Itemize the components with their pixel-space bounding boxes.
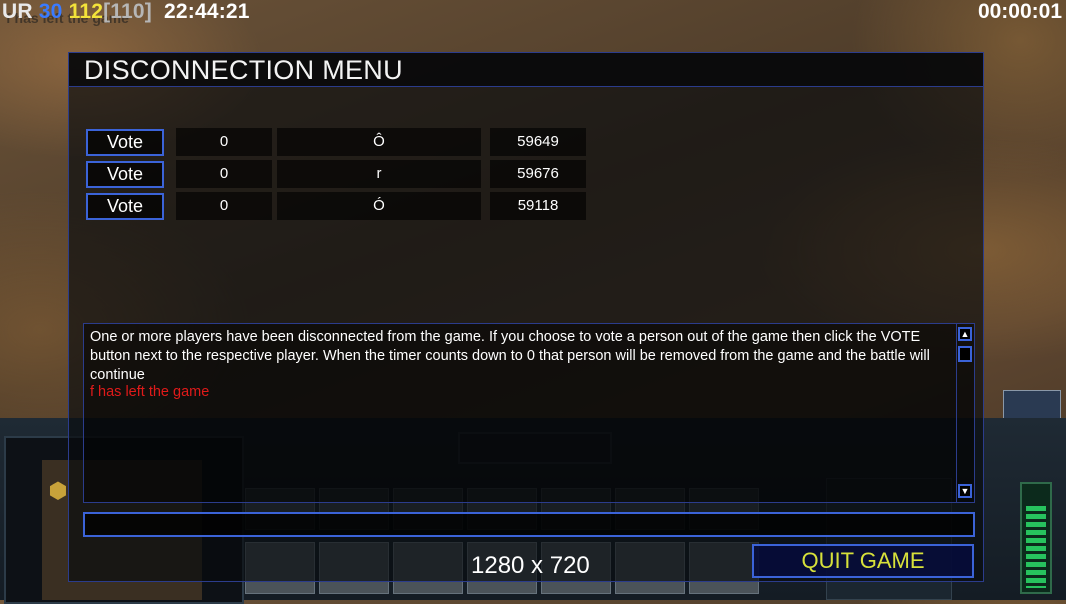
chat-input[interactable] [83,512,975,537]
disconnection-dialog: DISCONNECTION MENU Vote 0 Ô 59649 Vote 0… [68,52,984,582]
hud-value-yellow: 112 [68,0,104,23]
event-message: f has left the game [90,384,210,400]
message-scrollbar[interactable]: ▲ ▼ [956,324,975,502]
player-ping: 59649 [490,128,586,156]
hud-clock: 22:44:21 [164,0,250,23]
hud-stats: UR 30 112[110] 22:44:21 [2,0,250,24]
vote-button[interactable]: Vote [86,129,164,156]
game-timer: 00:00:01 [977,0,1062,23]
resolution-label: 1280 x 720 [471,552,590,579]
quit-game-button[interactable]: QUIT GAME [752,544,974,578]
dialog-title-bar: DISCONNECTION MENU [69,53,983,87]
vote-button[interactable]: Vote [86,161,164,188]
power-meter-fill [1026,506,1046,588]
player-votes: 0 [176,128,272,156]
scroll-thumb[interactable] [958,346,972,362]
player-name: r [277,160,481,188]
scroll-up-icon[interactable]: ▲ [958,327,972,341]
vote-button[interactable]: Vote [86,193,164,220]
power-meter [1020,482,1052,594]
dialog-title: DISCONNECTION MENU [84,55,403,85]
player-votes: 0 [176,192,272,220]
player-ping: 59118 [490,192,586,220]
player-ping: 59676 [490,160,586,188]
scroll-down-icon[interactable]: ▼ [958,484,972,498]
player-votes: 0 [176,160,272,188]
message-box: One or more players have been disconnect… [83,323,975,503]
disconnect-message: One or more players have been disconnect… [90,329,930,383]
hud-bracket-value: [110] [103,0,152,23]
hud-value-blue: 30 [38,0,63,23]
player-name: Ó [277,192,481,220]
hud-ur-label: UR [2,0,33,23]
player-name: Ô [277,128,481,156]
